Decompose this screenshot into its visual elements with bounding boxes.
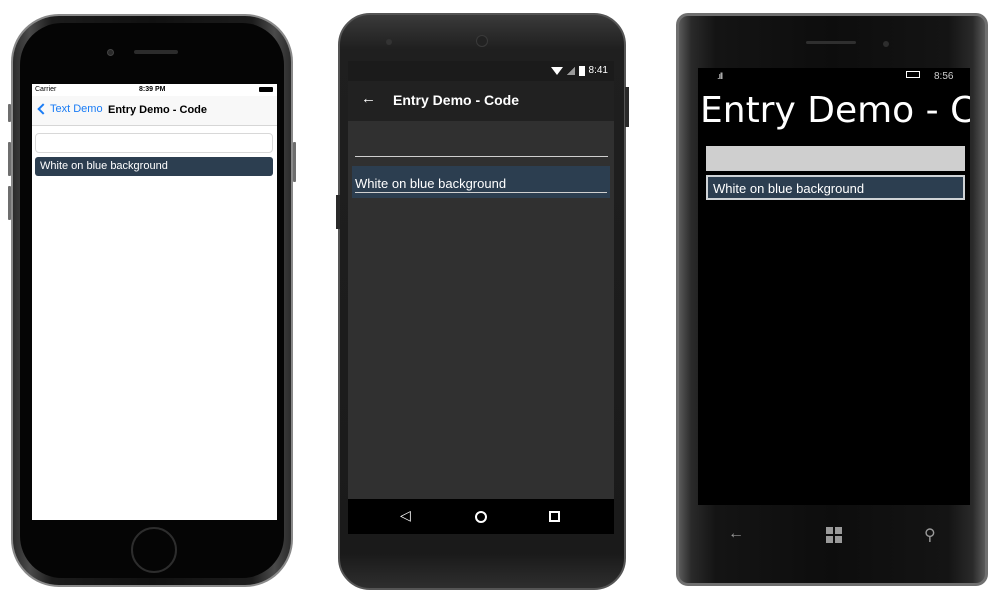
ios-navigation-bar: Text Demo Entry Demo - Code [32,96,277,126]
wp-screen: .ıll 8:56 Entry Demo - Code White on blu… [698,68,970,505]
wp-nav-bar: ← ⚲ [698,505,970,565]
front-camera [476,35,488,47]
search-nav-icon[interactable]: ⚲ [924,525,936,545]
windows-logo-icon[interactable] [826,527,842,543]
battery-icon [578,65,585,76]
blue-entry[interactable]: White on blue background [352,166,610,198]
volume-up-button [8,142,11,176]
power-button [625,87,629,127]
signal-icon: .ıll [717,71,723,81]
wp-status-bar: .ıll 8:56 [698,68,970,86]
status-time: 8:56 [934,71,954,82]
entry-underline [355,192,607,193]
ios-status-bar: Carrier 8:39 PM [32,84,277,96]
wifi-icon [550,66,563,75]
front-camera [883,41,889,47]
sensor-dot [386,39,392,45]
battery-icon [259,87,273,92]
windows-phone-device: .ıll 8:56 Entry Demo - Code White on blu… [676,13,988,586]
battery-icon [906,71,920,78]
default-entry[interactable] [35,133,273,153]
iphone-device: Carrier 8:39 PM Text Demo Entry Demo - C… [8,14,296,587]
blue-entry[interactable]: White on blue background [706,175,965,200]
android-device: 8:41 ← Entry Demo - Code White on blue b… [336,13,629,590]
carrier-label: Carrier [35,86,57,93]
status-time: 8:39 PM [139,86,166,93]
page-title: Entry Demo - Code [700,90,970,131]
default-entry[interactable] [355,141,608,157]
volume-button [336,195,340,229]
earpiece-speaker [134,50,178,54]
back-button[interactable]: Text Demo [36,103,103,115]
status-time: 8:41 [588,65,608,76]
signal-icon [566,66,575,75]
power-button [293,142,296,182]
mute-switch [8,104,11,122]
front-camera [107,49,114,56]
android-toolbar: ← Entry Demo - Code [348,81,614,121]
volume-down-button [8,186,11,220]
recents-nav-icon[interactable] [549,511,560,522]
back-button-label: Text Demo [50,103,103,115]
android-nav-bar: ◁ [348,499,614,534]
ios-screen: Carrier 8:39 PM Text Demo Entry Demo - C… [32,84,277,520]
chevron-left-icon [37,103,49,115]
default-entry[interactable] [706,146,965,171]
page-title: Entry Demo - Code [393,92,520,108]
blue-entry-text: White on blue background [355,176,507,191]
home-button[interactable] [131,527,177,573]
arrow-left-icon[interactable]: ← [361,90,376,107]
android-screen: 8:41 ← Entry Demo - Code White on blue b… [348,61,614,534]
page-title: Entry Demo - Code [108,104,208,116]
back-nav-icon[interactable]: ◁ [400,507,411,523]
home-nav-icon[interactable] [475,511,487,523]
earpiece-speaker [806,41,856,44]
back-nav-icon[interactable]: ← [728,525,744,543]
android-status-bar: 8:41 [348,61,614,81]
blue-entry[interactable]: White on blue background [35,157,273,176]
